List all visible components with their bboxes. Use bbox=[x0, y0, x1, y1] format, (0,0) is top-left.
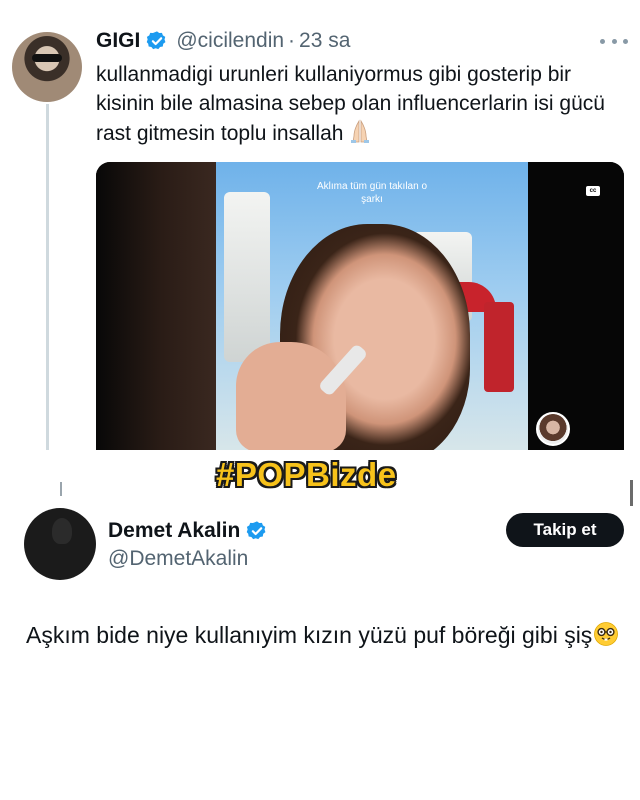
divider-tick bbox=[630, 480, 633, 506]
user-handle[interactable]: @cicilendin bbox=[176, 29, 284, 53]
reply-header: Demet Akalin bbox=[108, 516, 276, 546]
thread-line bbox=[46, 104, 49, 450]
user-handle[interactable]: @DemetAkalin bbox=[108, 547, 248, 571]
closed-captions-icon[interactable]: cc bbox=[586, 186, 600, 196]
timestamp[interactable]: 23 sa bbox=[299, 29, 350, 53]
verified-badge-icon bbox=[246, 521, 266, 540]
hand-shape bbox=[236, 342, 346, 450]
tweet-header: GIGI @cicilendin · 23 sa bbox=[96, 26, 350, 56]
divider-tick bbox=[60, 482, 62, 496]
video-caption: Aklıma tüm gün takılan o şarkı bbox=[316, 181, 428, 205]
hashtag-overlay: #POPBizde bbox=[216, 456, 397, 493]
nerd-face-icon bbox=[594, 622, 619, 646]
separator-dot: · bbox=[288, 29, 296, 52]
demet-akalin-avatar[interactable] bbox=[24, 508, 96, 580]
verified-badge-icon bbox=[147, 31, 166, 50]
display-name[interactable]: GIGI bbox=[96, 29, 140, 53]
avatar-head-shape bbox=[52, 518, 72, 544]
tweet-text: kullanmadigi urunleri kullaniyormus gibi… bbox=[96, 60, 628, 148]
building-shape bbox=[224, 192, 270, 362]
more-options-icon[interactable] bbox=[600, 36, 628, 46]
tweet-video[interactable]: Aklıma tüm gün takılan o şarkı cc bbox=[96, 162, 624, 450]
display-name[interactable]: Demet Akalin bbox=[108, 519, 240, 543]
video-blur-right bbox=[528, 162, 624, 450]
video-blur-left bbox=[96, 162, 216, 450]
umbrella-pole-shape bbox=[484, 302, 514, 392]
reply-text: Aşkım bide niye kullanıyim kızın yüzü pu… bbox=[26, 618, 626, 652]
reply-text-body: Aşkım bide niye kullanıyim kızın yüzü pu… bbox=[26, 622, 593, 648]
creator-avatar bbox=[536, 412, 570, 446]
gigi-avatar[interactable] bbox=[12, 32, 82, 102]
follow-button[interactable]: Takip et bbox=[506, 513, 624, 547]
sunglasses-shape bbox=[32, 54, 62, 62]
folded-hands-icon bbox=[351, 119, 370, 143]
video-frame: Aklıma tüm gün takılan o şarkı bbox=[216, 162, 528, 450]
